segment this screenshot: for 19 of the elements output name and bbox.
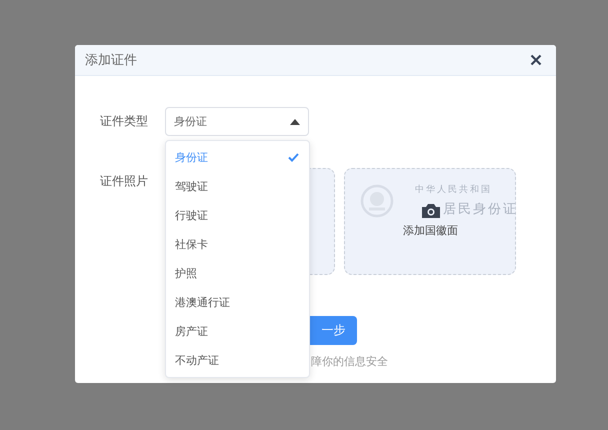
dropdown-option[interactable]: 社保卡	[166, 230, 309, 259]
dropdown-option[interactable]: 不动产证	[166, 346, 309, 375]
card-caption: 添加国徽面	[403, 223, 458, 238]
card-text: 中华人民共和国	[415, 184, 492, 196]
check-icon	[288, 153, 299, 162]
close-icon[interactable]	[530, 54, 542, 66]
dropdown-option[interactable]: 驾驶证	[166, 172, 309, 201]
dropdown-option[interactable]: 行驶证	[166, 201, 309, 230]
dropdown-option[interactable]: 护照	[166, 259, 309, 288]
caret-icon	[290, 118, 300, 124]
dropdown-option[interactable]: 港澳通行证	[166, 288, 309, 317]
field-label: 证件类型	[100, 113, 149, 130]
security-note: 障你的信息安全	[311, 354, 388, 369]
type-select[interactable]: 身份证	[165, 107, 309, 136]
camera-icon	[422, 203, 440, 218]
field-label: 证件照片	[100, 173, 149, 190]
card-text: 居民身份证	[443, 201, 518, 218]
upload-card[interactable]: 中华人民共和国 居民身份证 添加国徽面	[344, 168, 516, 275]
dialog-title: 添加证件	[85, 52, 137, 69]
